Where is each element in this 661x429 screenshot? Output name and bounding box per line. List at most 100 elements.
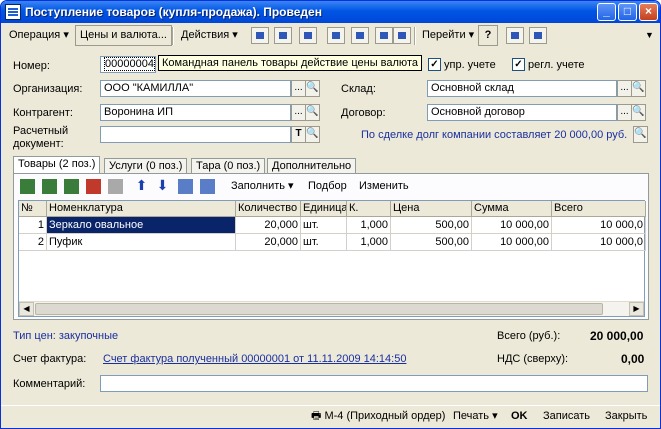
coefficient-cell[interactable]: 1,000 — [347, 234, 391, 251]
fill-menu[interactable]: Заполнить ▾ — [226, 176, 299, 197]
regl-checkbox[interactable]: ✓ — [512, 58, 525, 71]
sort-desc-icon[interactable] — [200, 179, 215, 194]
column-header[interactable]: К. — [347, 201, 391, 217]
debt-info-link[interactable]: По сделке долг компании составляет 20 00… — [361, 129, 627, 141]
maximize-button[interactable]: □ — [618, 3, 637, 21]
organization-open-icon[interactable]: 🔍 — [305, 80, 320, 97]
settlement-document-field[interactable] — [100, 126, 291, 143]
contractor-select-button[interactable]: ... — [291, 104, 306, 121]
type-select-button[interactable]: T — [291, 126, 306, 143]
warehouse-label: Склад: — [341, 83, 376, 95]
sort-asc-icon[interactable] — [178, 179, 193, 194]
table-view-icon[interactable] — [529, 27, 547, 44]
column-header[interactable]: № — [19, 201, 47, 217]
quantity-cell[interactable]: 20,000 — [236, 217, 301, 234]
unit-cell[interactable]: шт. — [301, 217, 347, 234]
scroll-left-icon[interactable]: ◀ — [19, 302, 34, 316]
contractor-field[interactable]: Воронина ИП — [100, 104, 291, 121]
close-form-button[interactable]: Закрыть — [601, 408, 651, 427]
tab-containers[interactable]: Тара (0 поз.) — [191, 158, 266, 174]
number-value: 00000004 — [104, 57, 155, 71]
column-header[interactable]: Количество — [236, 201, 301, 217]
quantity-cell[interactable]: 20,000 — [236, 234, 301, 251]
move-up-icon[interactable]: ⬆ — [134, 178, 149, 194]
contract-field[interactable]: Основной договор — [427, 104, 617, 121]
refresh-icon[interactable] — [274, 27, 292, 44]
move-down-icon[interactable]: ⬇ — [155, 178, 170, 194]
column-header[interactable]: Цена — [391, 201, 472, 217]
add-row-icon[interactable] — [20, 179, 35, 194]
contract-select-button[interactable]: ... — [617, 104, 632, 121]
command-toolbar: Операция ▾ Цены и валюта... Действия ▾ П… — [4, 25, 658, 47]
sum-cell[interactable]: 10 000,00 — [472, 217, 552, 234]
goods-panel: ⬆ ⬇ Заполнить ▾ Подбор Изменить № Номенк… — [13, 173, 649, 320]
price-cell[interactable]: 500,00 — [391, 217, 472, 234]
upr-checkbox[interactable]: ✓ — [428, 58, 441, 71]
bottom-bar: 🖶 М-4 (Приходный ордер) Печать ▾ OK Запи… — [1, 405, 660, 428]
end-edit-icon[interactable] — [108, 179, 123, 194]
structure-icon[interactable] — [375, 27, 393, 44]
actions-menu[interactable]: Действия ▾ — [176, 25, 243, 46]
save-button[interactable]: Записать — [539, 408, 594, 427]
price-cell[interactable]: 500,00 — [391, 234, 472, 251]
debt-details-icon[interactable]: 🔍 — [633, 126, 648, 143]
copy-row-icon[interactable] — [42, 179, 57, 194]
column-header[interactable]: Сумма — [472, 201, 552, 217]
prices-currency-button[interactable]: Цены и валюта... — [75, 25, 172, 46]
warehouse-select-button[interactable]: ... — [617, 80, 632, 97]
column-header[interactable]: Номенклатура — [47, 201, 236, 217]
total-cell[interactable]: 10 000,0 — [552, 217, 646, 234]
edit-button[interactable]: Изменить — [354, 176, 414, 197]
nomenclature-cell[interactable]: Пуфик — [47, 234, 236, 251]
close-button[interactable]: × — [639, 3, 658, 21]
nomenclature-cell[interactable]: Зеркало овальное — [47, 217, 236, 234]
warehouse-field[interactable]: Основной склад — [427, 80, 617, 97]
tab-additional[interactable]: Дополнительно — [267, 158, 357, 174]
unpost-document-icon[interactable] — [351, 27, 369, 44]
select-button[interactable]: Подбор — [303, 176, 352, 197]
delete-row-icon[interactable] — [86, 179, 101, 194]
organization-field[interactable]: ООО "КАМИЛЛА" — [100, 80, 291, 97]
price-type-link[interactable]: Тип цен: закупочные — [13, 330, 118, 342]
organization-select-button[interactable]: ... — [291, 80, 306, 97]
back-icon[interactable] — [251, 27, 269, 44]
edit-row-icon[interactable] — [64, 179, 79, 194]
total-cell[interactable]: 10 000,0 — [552, 234, 646, 251]
print-menu[interactable]: Печать ▾ — [449, 408, 502, 427]
minimize-button[interactable]: _ — [597, 3, 616, 21]
operation-menu[interactable]: Операция ▾ — [4, 25, 74, 46]
unit-cell[interactable]: шт. — [301, 234, 347, 251]
contractor-open-icon[interactable]: 🔍 — [305, 104, 320, 121]
m4-receipt-button[interactable]: 🖶 М-4 (Приходный ордер) — [307, 408, 449, 427]
help-button[interactable]: ? — [478, 25, 498, 46]
window-title: Поступление товаров (купля-продажа). Про… — [25, 5, 322, 19]
column-header[interactable]: Всего — [552, 201, 646, 217]
invoice-label: Счет фактура: — [13, 353, 87, 365]
ok-button[interactable]: OK — [507, 408, 532, 427]
column-header[interactable]: Единица — [301, 201, 347, 217]
horizontal-scrollbar[interactable]: ◀ ▶ — [19, 301, 644, 316]
sum-cell[interactable]: 10 000,00 — [472, 234, 552, 251]
tab-services[interactable]: Услуги (0 поз.) — [104, 158, 188, 174]
create-based-icon[interactable] — [393, 27, 411, 44]
post-document-icon[interactable] — [327, 27, 345, 44]
invoice-link[interactable]: Счет фактура полученный 00000001 от 11.1… — [103, 353, 406, 365]
vat-label: НДС (сверху): — [497, 353, 569, 365]
contract-open-icon[interactable]: 🔍 — [631, 104, 646, 121]
toolbar-separator — [172, 27, 174, 45]
settlement-open-icon[interactable]: 🔍 — [305, 126, 320, 143]
goods-table: № Номенклатура Количество Единица К. Цен… — [18, 200, 646, 317]
scroll-thumb[interactable] — [35, 303, 603, 315]
copy-icon[interactable] — [299, 27, 317, 44]
scroll-right-icon[interactable]: ▶ — [629, 302, 644, 316]
organization-label: Организация: — [13, 83, 83, 95]
tab-goods[interactable]: Товары (2 поз.) — [13, 156, 101, 174]
toolbar-overflow-icon[interactable]: ▼ — [640, 25, 659, 46]
goto-menu[interactable]: Перейти ▾ — [417, 25, 479, 46]
comment-field[interactable] — [100, 375, 648, 392]
warehouse-open-icon[interactable]: 🔍 — [631, 80, 646, 97]
number-field[interactable]: 00000004 — [100, 56, 156, 73]
list-settings-icon[interactable] — [506, 27, 524, 44]
upr-label: упр. учете — [444, 59, 496, 71]
coefficient-cell[interactable]: 1,000 — [347, 217, 391, 234]
